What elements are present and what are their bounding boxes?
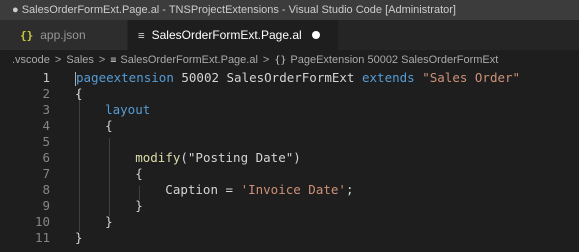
breadcrumb: .vscode > Sales > ≡ SalesOrderFormExt.Page.al…	[0, 50, 579, 70]
window-title: ● SalesOrderFormExt.Page.al - TNSProject…	[0, 0, 579, 20]
json-file-icon: {}	[20, 28, 34, 42]
code-token: {	[75, 118, 113, 133]
code-text: }	[75, 214, 113, 230]
file-lines-icon: ≡	[110, 55, 117, 66]
code-token: ("Posting Date")	[180, 150, 301, 165]
code-line[interactable]: 10 }	[0, 214, 579, 230]
code-token: ;	[345, 182, 354, 197]
line-number: 7	[42, 166, 50, 181]
tab-app-json[interactable]: {} app.json	[0, 20, 128, 50]
code-token: ageextension	[83, 70, 174, 85]
breadcrumb-item-sales[interactable]: Sales	[66, 54, 94, 66]
line-number: 4	[42, 118, 50, 133]
line-number: 10	[34, 214, 50, 229]
tab-bar: {} app.json ≡ SalesOrderFormExt.Page.al	[0, 20, 579, 50]
code-line[interactable]: 8 Caption = 'Invoice Date';	[0, 182, 579, 198]
code-token: extends	[362, 70, 415, 85]
code-text: {	[75, 86, 83, 102]
unsaved-dot-icon[interactable]	[311, 31, 320, 39]
breadcrumb-item-file[interactable]: SalesOrderFormExt.Page.al	[120, 54, 258, 66]
code-token: 'Invoice Date'	[240, 182, 346, 197]
code-token: Caption =	[75, 182, 241, 197]
code-token: layout	[105, 102, 151, 117]
code-line[interactable]: 1 pageextension 50002 SalesOrderFormExt e…	[0, 70, 579, 86]
code-editor[interactable]: 1 pageextension 50002 SalesOrderFormExt e…	[0, 70, 579, 252]
code-line[interactable]: 5	[0, 134, 579, 150]
code-token: }	[75, 230, 83, 245]
code-token: }	[75, 214, 113, 229]
breadcrumb-item-vscode[interactable]: .vscode	[12, 54, 50, 66]
code-token: modify	[135, 150, 181, 165]
code-text: layout	[75, 102, 150, 118]
chevron-right-icon: >	[262, 54, 270, 66]
line-number: 8	[42, 182, 50, 197]
code-text: }	[75, 198, 143, 214]
code-line[interactable]: 6 modify("Posting Date")	[0, 150, 579, 166]
code-line[interactable]: 9 }	[0, 198, 579, 214]
code-text: modify("Posting Date")	[75, 150, 301, 166]
code-line[interactable]: 3 layout	[0, 102, 579, 118]
line-number: 3	[42, 102, 50, 117]
code-line[interactable]: 2{	[0, 86, 579, 102]
line-number: 5	[42, 134, 50, 149]
code-text: }	[75, 230, 83, 246]
code-text: {	[75, 118, 113, 134]
chevron-right-icon: >	[54, 54, 62, 66]
code-token: {	[75, 86, 83, 101]
tab-label: app.json	[40, 28, 86, 42]
code-text: pageextension 50002 SalesOrderFormExt ex…	[75, 70, 520, 86]
code-line[interactable]: 4 {	[0, 118, 579, 134]
chevron-right-icon: >	[98, 54, 106, 66]
tab-label: SalesOrderFormExt.Page.al	[151, 28, 302, 42]
line-number: 6	[42, 150, 50, 165]
breadcrumb-item-symbol[interactable]: PageExtension 50002 SalesOrderFormExt	[290, 54, 498, 66]
file-lines-icon: ≡	[138, 28, 145, 42]
tab-sales-order-form-ext[interactable]: ≡ SalesOrderFormExt.Page.al	[128, 20, 338, 50]
code-text: {	[75, 166, 143, 182]
code-text: Caption = 'Invoice Date';	[75, 182, 353, 198]
line-number: 11	[34, 230, 50, 245]
line-number: 9	[42, 198, 50, 213]
code-token: {	[75, 166, 143, 181]
code-token: }	[75, 198, 143, 213]
code-token: p	[76, 70, 84, 85]
braces-icon: {}	[274, 55, 287, 66]
line-number: 1	[42, 70, 50, 85]
code-line[interactable]: 7 {	[0, 166, 579, 182]
code-line[interactable]: 11}	[0, 230, 579, 246]
code-token: 50002 SalesOrderFormExt	[173, 70, 362, 85]
line-number: 2	[42, 86, 50, 101]
code-token: "Sales Order"	[422, 70, 521, 85]
